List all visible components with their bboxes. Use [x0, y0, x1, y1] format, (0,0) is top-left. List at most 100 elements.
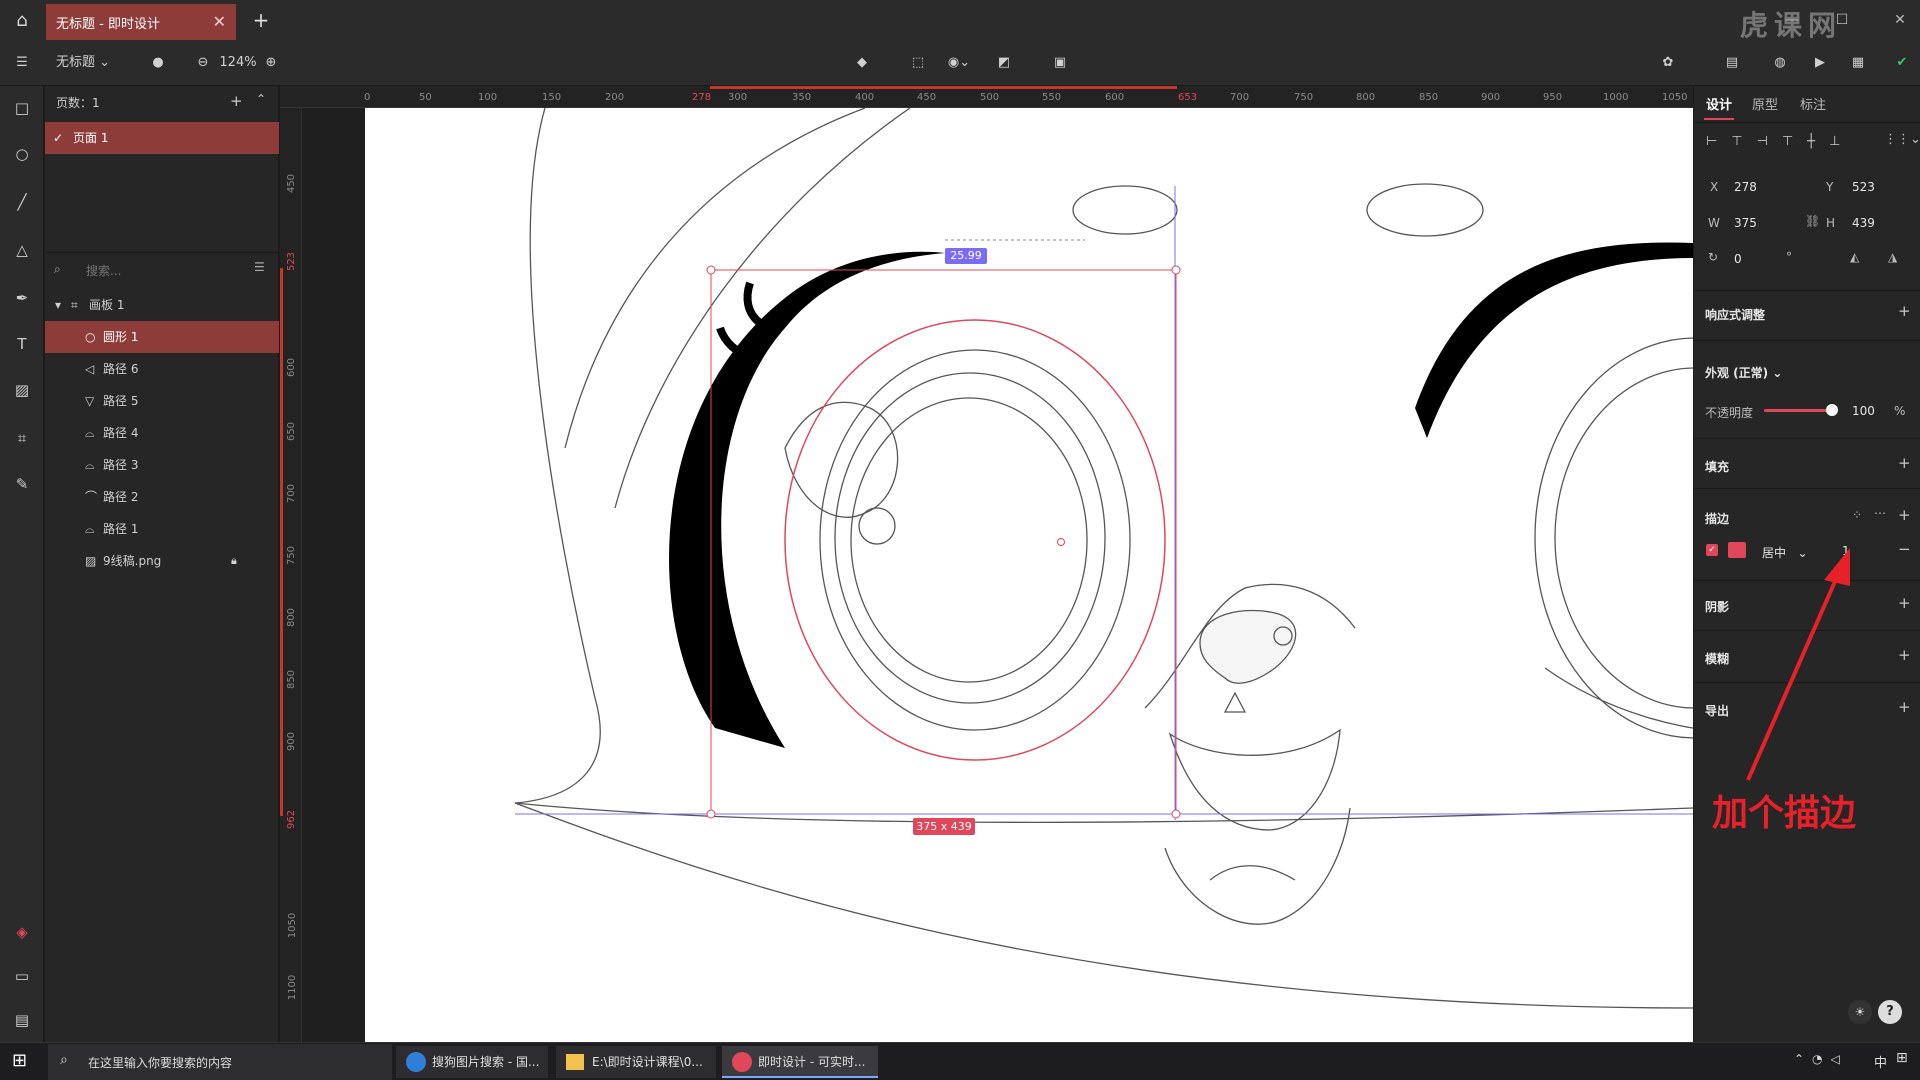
pencil-tool-icon[interactable]: ✎: [8, 470, 36, 498]
maximize-icon[interactable]: ☐: [1830, 8, 1854, 32]
window-close-icon[interactable]: ✕: [1888, 8, 1912, 32]
user-icon[interactable]: ◍: [1768, 50, 1792, 76]
add-blur-icon[interactable]: +: [1898, 646, 1911, 664]
close-icon[interactable]: ✕: [213, 12, 226, 31]
rotation-unit: °: [1786, 250, 1792, 264]
annotation-text: 加个描边: [1712, 793, 1857, 834]
rectangle-tool-icon[interactable]: □: [8, 94, 36, 122]
tab-prototype[interactable]: 原型: [1752, 94, 1778, 113]
layer-row[interactable]: ⌓ 路径 4: [45, 417, 279, 449]
menu-icon[interactable]: ☰: [10, 50, 34, 76]
layer-row[interactable]: ▨ 9线稿.png 🔒︎: [45, 545, 279, 577]
image-tool-icon[interactable]: ▨: [8, 376, 36, 404]
opacity-input[interactable]: 100: [1852, 404, 1875, 418]
flip-horizontal-icon[interactable]: ◭: [1850, 250, 1859, 264]
artboard[interactable]: 25.99 375 x 439: [365, 108, 1693, 1042]
distribute-icon[interactable]: ⋮⋮⌄: [1884, 132, 1920, 147]
crop-icon[interactable]: ▣: [1048, 50, 1072, 76]
more-icon[interactable]: ⋯: [1874, 506, 1886, 520]
line-tool-icon[interactable]: ╱: [8, 188, 36, 216]
layer-row[interactable]: ⌒ 路径 2: [45, 481, 279, 513]
home-icon[interactable]: ⌂: [0, 0, 44, 40]
taskbar-app-jishi[interactable]: 即时设计 - 可实时...: [722, 1046, 878, 1078]
ime-indicator[interactable]: 中: [1874, 1052, 1887, 1071]
add-stroke-icon[interactable]: +: [1898, 506, 1911, 524]
opacity-slider[interactable]: [1764, 409, 1832, 412]
filter-icon[interactable]: ☰: [254, 260, 265, 274]
layer-row[interactable]: ◁ 路径 6: [45, 353, 279, 385]
tab-annotate[interactable]: 标注: [1800, 94, 1826, 113]
layer-row[interactable]: ▽ 路径 5: [45, 385, 279, 417]
minimize-icon[interactable]: —: [1780, 8, 1804, 32]
ruler-selection-range: [280, 268, 283, 816]
taskbar-search[interactable]: ⌕ 在这里输入你要搜索的内容: [48, 1044, 392, 1080]
layer-row-selected[interactable]: ○ 圆形 1: [45, 321, 279, 353]
y-input[interactable]: 523: [1852, 180, 1875, 194]
layer-label: 路径 6: [103, 362, 139, 376]
pen-tool-icon[interactable]: ✒: [8, 284, 36, 312]
ruler-tick: 50: [419, 92, 432, 103]
taskbar-app-sogou[interactable]: 搜狗图片搜索 - 国...: [396, 1046, 548, 1078]
ruler-tick: 850: [286, 669, 298, 690]
add-page-icon[interactable]: +: [230, 92, 243, 110]
ruler-tick: 900: [286, 731, 298, 752]
layer-search-input[interactable]: [86, 260, 236, 282]
document-tab[interactable]: 无标题 - 即时设计 ✕: [46, 4, 236, 40]
add-fill-icon[interactable]: +: [1898, 454, 1911, 472]
boolean-icon[interactable]: ◉⌄: [942, 50, 976, 76]
ruler-selection-range: [710, 86, 1177, 89]
artboard-icon: ⌗: [71, 298, 78, 312]
expand-icon[interactable]: ▾: [55, 289, 61, 321]
h-input[interactable]: 439: [1852, 216, 1875, 230]
folder-icon: [566, 1054, 584, 1070]
component-icon[interactable]: ◆: [850, 50, 874, 76]
w-input[interactable]: 375: [1734, 216, 1757, 230]
comment-icon[interactable]: ●: [148, 50, 168, 76]
ellipse-tool-icon[interactable]: ○: [8, 140, 36, 168]
lock-ratio-icon[interactable]: ⛓︎: [1805, 214, 1820, 228]
taskbar-app-explorer[interactable]: E:\即时设计课程\0...: [556, 1046, 716, 1078]
layer-row[interactable]: ▾ ⌗ 画板 1: [45, 289, 279, 321]
opacity-slider-handle[interactable]: [1826, 404, 1838, 416]
text-tool-icon[interactable]: T: [8, 330, 36, 358]
system-tray-icons[interactable]: ⌃◔◁: [1794, 1052, 1848, 1066]
collapse-icon[interactable]: ⌃: [256, 92, 266, 106]
layer-row[interactable]: ⌓ 路径 3: [45, 449, 279, 481]
rotation-input[interactable]: 0: [1734, 252, 1742, 266]
stroke-style-icon[interactable]: ⁘: [1852, 508, 1862, 522]
tab-design[interactable]: 设计: [1706, 94, 1732, 113]
flip-vertical-icon[interactable]: ◮: [1888, 250, 1897, 264]
new-tab-button[interactable]: +: [248, 6, 274, 34]
align-toolbar[interactable]: ⊢⊤⊣⊤┼⊥: [1706, 134, 1854, 149]
frame-tool-icon[interactable]: ⌗: [8, 424, 36, 452]
plugin-icon[interactable]: ✿: [1656, 50, 1680, 76]
add-responsive-icon[interactable]: +: [1898, 302, 1911, 320]
ruler-tick: 600: [1105, 92, 1125, 103]
share-icon[interactable]: ▦: [1846, 50, 1870, 76]
x-input[interactable]: 278: [1734, 180, 1757, 194]
theme-toggle-icon[interactable]: ☀: [1848, 1000, 1872, 1024]
file-name-dropdown[interactable]: 无标题 ⌄: [56, 50, 122, 76]
polygon-tool-icon[interactable]: △: [8, 236, 36, 264]
help-icon[interactable]: ?: [1878, 1000, 1902, 1024]
zoom-in-icon[interactable]: ⊕: [262, 50, 280, 76]
mask-icon[interactable]: ◩: [992, 50, 1016, 76]
ruler-tick: 100: [478, 92, 498, 103]
frame-select-icon[interactable]: ⬚: [906, 50, 930, 76]
zoom-out-icon[interactable]: ⊖: [194, 50, 212, 76]
keyboard-icon[interactable]: ⊞: [1896, 1050, 1908, 1066]
play-icon[interactable]: ▶: [1808, 50, 1832, 76]
layer-row[interactable]: ⌓ 路径 1: [45, 513, 279, 545]
add-export-icon[interactable]: +: [1898, 698, 1911, 716]
lock-icon[interactable]: 🔒︎: [231, 545, 237, 577]
zoom-level[interactable]: 124%: [218, 50, 258, 76]
remove-stroke-icon[interactable]: −: [1898, 540, 1911, 558]
page-item[interactable]: ✓ 页面 1: [45, 122, 279, 154]
layers-icon[interactable]: ◈: [8, 918, 36, 946]
appearance-dropdown[interactable]: 外观 (正常) ⌄: [1705, 364, 1782, 381]
add-shadow-icon[interactable]: +: [1898, 594, 1911, 612]
team-icon[interactable]: ▤: [1720, 50, 1744, 76]
history-icon[interactable]: ▤: [8, 1006, 36, 1034]
windows-start-icon[interactable]: ⊞: [12, 1050, 34, 1072]
assets-icon[interactable]: ▭: [8, 962, 36, 990]
